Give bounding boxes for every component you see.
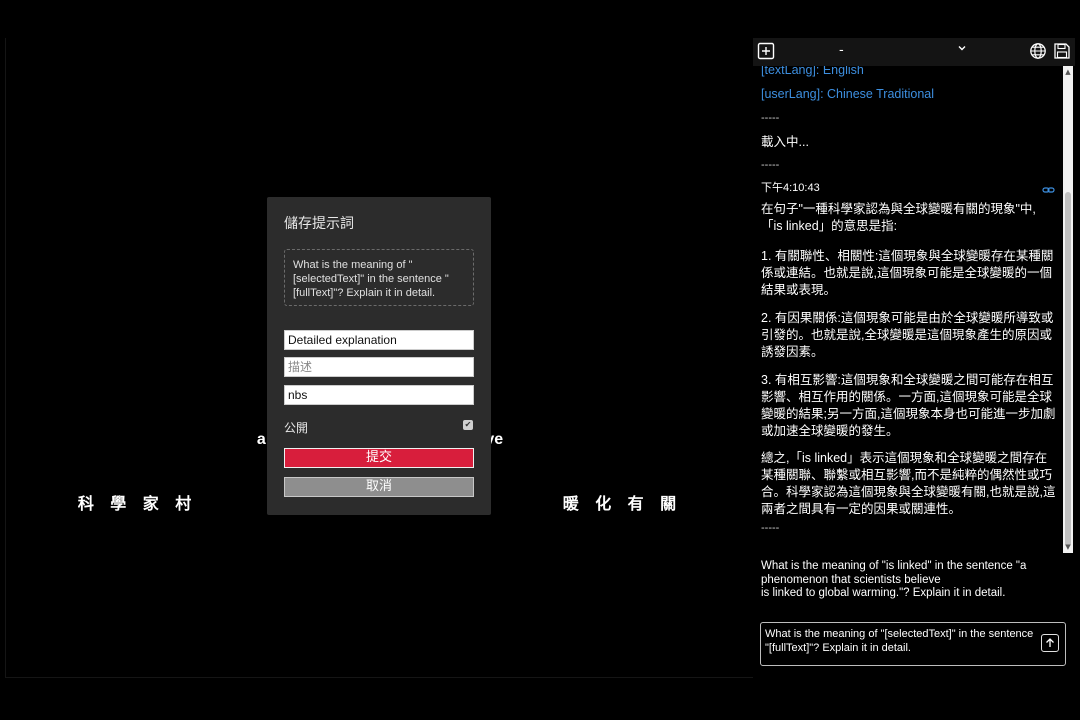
prompt-name-input[interactable] bbox=[284, 330, 474, 350]
send-arrow-up-icon bbox=[1046, 638, 1054, 647]
send-button[interactable] bbox=[1041, 634, 1059, 652]
plus-square-icon[interactable] bbox=[757, 42, 775, 60]
answer-intro: 在句子"一種科學家認為與全球變暖有關的現象"中,「is linked」的意思是指… bbox=[761, 202, 1036, 233]
separator: ----- bbox=[761, 159, 780, 171]
link-icon[interactable] bbox=[1042, 180, 1055, 199]
chat-input-text[interactable]: What is the meaning of "[selectedText]" … bbox=[765, 627, 1035, 655]
answer-point-1: 1. 有關聯性、相關性:這個現象與全球變暖存在某種關係或連結。也就是說,這個現象… bbox=[761, 249, 1054, 297]
scroll-down-arrow-icon[interactable]: ▼ bbox=[1064, 543, 1072, 551]
public-checkbox[interactable]: ✔ bbox=[463, 420, 473, 430]
scroll-up-arrow-icon[interactable]: ▲ bbox=[1064, 68, 1072, 76]
loading-text: 載入中... bbox=[761, 135, 809, 149]
answer-summary: 總之,「is linked」表示這個現象和全球變暖之間存在某種關聯、聯繫或相互影… bbox=[761, 451, 1056, 516]
cancel-button[interactable]: 取消 bbox=[284, 477, 474, 497]
chat-history[interactable]: [textLang]: English [userLang]: Chinese … bbox=[753, 66, 1061, 553]
prompt-tag-input[interactable] bbox=[284, 385, 474, 405]
globe-icon[interactable] bbox=[1029, 42, 1047, 60]
prompt-template-preview: What is the meaning of "[selectedText]" … bbox=[284, 249, 474, 306]
dialog-title: 儲存提示詞 bbox=[284, 216, 354, 232]
panel-toolbar: - bbox=[753, 38, 1075, 66]
message-timestamp: 下午4:10:43 bbox=[761, 182, 820, 194]
chat-input-box[interactable]: What is the meaning of "[selectedText]" … bbox=[760, 622, 1066, 666]
save-prompt-dialog: 儲存提示詞 What is the meaning of "[selectedT… bbox=[267, 197, 491, 515]
answer-point-2: 2. 有因果關係:這個現象可能是由於全球變暖所導致或引發的。也就是說,全球變暖是… bbox=[761, 311, 1054, 359]
separator: ----- bbox=[761, 112, 780, 124]
chat-scrollbar[interactable]: ▲ ▼ bbox=[1063, 66, 1073, 553]
user-lang-line: [userLang]: Chinese Traditional bbox=[761, 87, 935, 101]
submit-button[interactable]: 提交 bbox=[284, 448, 474, 468]
scrollbar-thumb[interactable] bbox=[1065, 192, 1071, 547]
prompt-description-input[interactable] bbox=[284, 357, 474, 377]
last-question-text: What is the meaning of "is linked" in th… bbox=[761, 560, 1027, 599]
prompt-selector-value[interactable]: - bbox=[839, 43, 844, 58]
answer-point-3: 3. 有相互影響:這個現象和全球變暖之間可能存在相互影響、相互作用的關係。一方面… bbox=[761, 373, 1056, 438]
assistant-side-panel: - [textLang]: English [userLang]: Chines… bbox=[753, 38, 1075, 678]
chevron-down-icon[interactable] bbox=[956, 42, 968, 57]
public-label: 公開 bbox=[284, 421, 309, 435]
text-lang-line: [textLang]: English bbox=[761, 66, 864, 77]
separator: ----- bbox=[761, 522, 780, 534]
floppy-disk-icon[interactable] bbox=[1053, 42, 1071, 60]
